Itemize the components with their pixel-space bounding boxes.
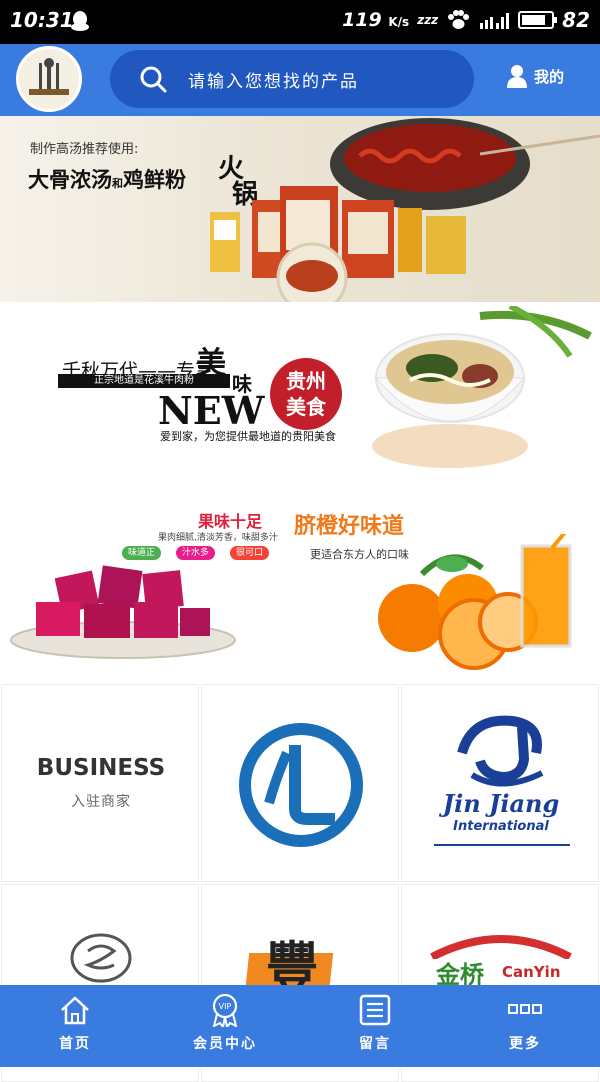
- battery-icon: [518, 11, 558, 29]
- jinjiang-logo-cell[interactable]: Jin Jiang International: [401, 684, 599, 882]
- nav-more[interactable]: 更多: [450, 985, 600, 1067]
- wanda-logo-cell[interactable]: [201, 684, 399, 882]
- business-title: BUSINESS: [36, 755, 166, 781]
- business-entry-cell[interactable]: BUSINESS 入驻商家: [1, 684, 199, 882]
- search-bar[interactable]: 请输入您想找的产品: [110, 50, 474, 108]
- nav-home[interactable]: 首页: [0, 985, 150, 1067]
- banner-guizhou-desc: 爱到家，为您提供最地道的贵阳美食: [160, 430, 336, 443]
- battery-percent: 82: [562, 8, 590, 32]
- net-speed: 119 K/s: [342, 9, 410, 31]
- search-icon: [140, 66, 167, 93]
- qq-icon: [71, 11, 89, 31]
- wanda-logo: [239, 723, 363, 847]
- user-icon: [507, 65, 527, 88]
- banner-fruit-title: 果味十足: [198, 512, 263, 531]
- jinjiang-name: Jin Jiang: [442, 789, 560, 818]
- vip-badge-text: VIP: [219, 1002, 232, 1011]
- search-placeholder: 请输入您想找的产品: [188, 71, 359, 92]
- nav-vip[interactable]: VIP 会员中心: [150, 985, 300, 1067]
- banner-soup[interactable]: 制作高汤推荐使用: 大骨浓汤和鸡鲜粉 火 锅: [0, 116, 600, 302]
- hotpot-products-image: [210, 118, 600, 302]
- status-time: 10:31: [10, 8, 74, 32]
- nav-message-label: 留言: [359, 1036, 391, 1052]
- jinqiao-en: CanYin: [502, 963, 561, 981]
- noodle-bowl-image: [372, 306, 592, 468]
- nav-vip-label: 会员中心: [193, 1036, 257, 1052]
- banner-guizhou-blackbar: 正宗地道是花溪牛肉粉: [58, 374, 230, 388]
- swirl-logo: [70, 933, 132, 983]
- jinjiang-subname: International: [453, 819, 549, 834]
- nav-more-label: 更多: [509, 1036, 541, 1052]
- brand-logo[interactable]: [16, 46, 82, 112]
- guizhou-badge: 贵州 美食: [270, 358, 342, 430]
- cutlery-icon: [29, 58, 69, 95]
- mine-label: 我的: [534, 67, 565, 86]
- nav-home-label: 首页: [59, 1036, 91, 1052]
- vip-icon: VIP: [212, 993, 238, 1027]
- nav-message[interactable]: 留言: [300, 985, 450, 1067]
- banner-orange[interactable]: 脐橙好味道 更适合东方人的口味: [282, 494, 600, 678]
- message-icon: [359, 994, 391, 1026]
- banner-fruit[interactable]: 果味十足 果肉细腻,清淡芳香，味甜多汁 味道正 汁水多 很可口: [0, 494, 278, 678]
- banner-fruit-sub: 果肉细腻,清淡芳香，味甜多汁: [158, 533, 278, 543]
- banner-guizhou-new: NEW: [158, 388, 265, 433]
- banner-soup-subtitle: 制作高汤推荐使用:: [30, 142, 139, 157]
- sleep-indicator: zzz: [417, 13, 439, 27]
- signal-icon: [480, 13, 510, 29]
- dragonfruit-image: [10, 565, 236, 659]
- home-icon: [61, 996, 89, 1025]
- orange-juice-image: [378, 534, 572, 670]
- status-bar: 10:31 119 K/s zzz 82: [0, 0, 600, 44]
- mine-button[interactable]: 我的: [506, 64, 564, 88]
- banner-guizhou[interactable]: 千秋万代——专享 美 味 正宗地道是花溪牛肉粉 NEW 贵州 美食 爱到家，为您…: [0, 306, 600, 486]
- paw-icon: [448, 10, 470, 29]
- banner-soup-title: 大骨浓汤和鸡鲜粉: [28, 167, 186, 192]
- status-right: 119 K/s zzz 82: [342, 8, 590, 32]
- business-subtitle: 入驻商家: [71, 794, 131, 810]
- top-header: 请输入您想找的产品 我的: [0, 44, 600, 116]
- bottom-nav: 首页 VIP 会员中心 留言 更多: [0, 985, 600, 1067]
- more-icon: [508, 1004, 542, 1014]
